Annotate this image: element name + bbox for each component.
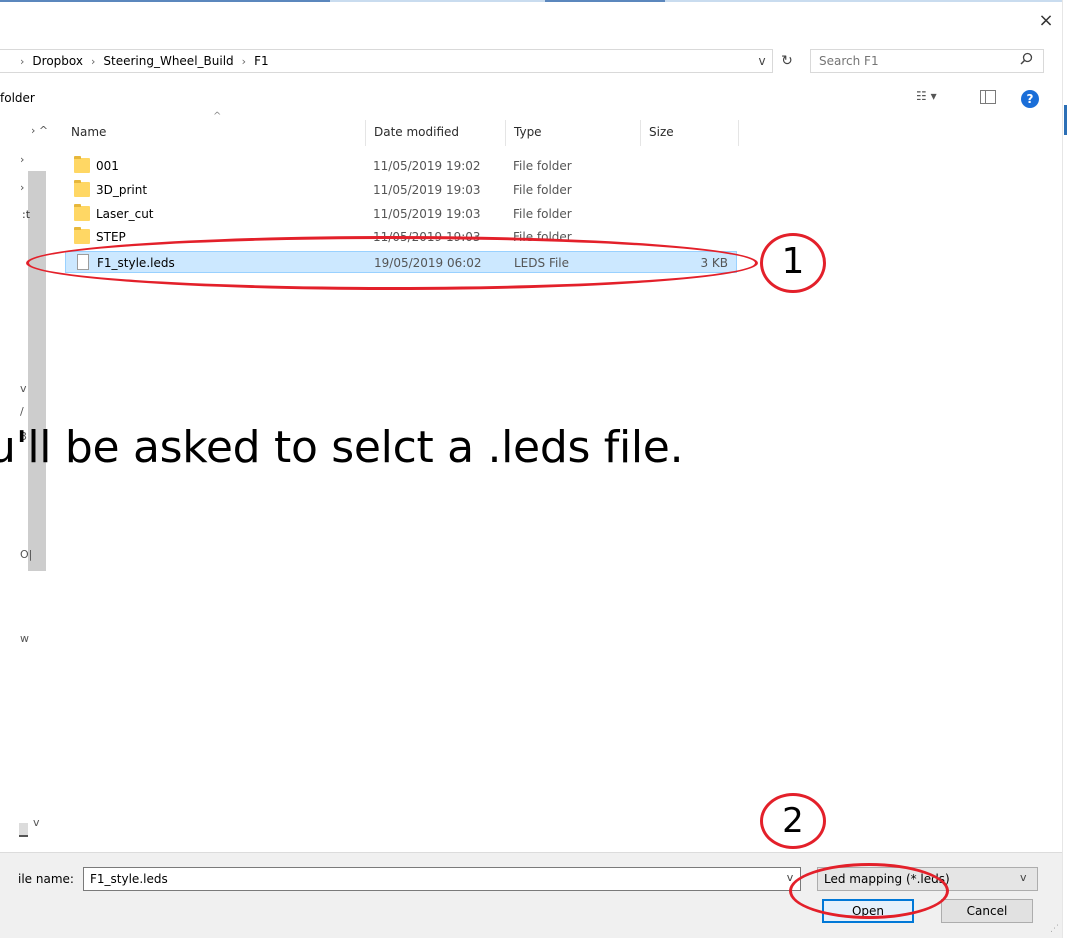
file-type: File folder	[513, 159, 572, 173]
breadcrumb-dropbox[interactable]: Dropbox	[32, 54, 83, 68]
refresh-icon[interactable]: ↻	[775, 49, 799, 73]
column-header-type[interactable]: Type	[508, 120, 640, 146]
file-name: STEP	[96, 230, 126, 244]
annotation-step-2: 2	[760, 793, 826, 849]
file-name-field[interactable]: F1_style.leds	[83, 867, 801, 891]
file-date: 11/05/2019 19:02	[373, 159, 481, 173]
column-divider[interactable]	[738, 120, 739, 146]
breadcrumb-steering-wheel-build[interactable]: Steering_Wheel_Build	[103, 54, 233, 68]
breadcrumb-f1[interactable]: F1	[254, 54, 269, 68]
search-input[interactable]	[819, 54, 1019, 68]
chevron-down-icon[interactable]: v	[752, 52, 772, 70]
help-icon[interactable]: ?	[1021, 90, 1039, 108]
file-row-001[interactable]: 001 11/05/2019 19:02 File folder	[65, 155, 737, 177]
resize-grip-icon[interactable]: ⋰	[1050, 924, 1059, 934]
file-type: File folder	[513, 207, 572, 221]
column-header-size[interactable]: Size	[643, 120, 738, 146]
file-type: File folder	[513, 183, 572, 197]
nav-item-fragment[interactable]: /	[20, 405, 24, 418]
file-row-laser-cut[interactable]: Laser_cut 11/05/2019 19:03 File folder	[65, 203, 737, 225]
folder-icon	[74, 227, 90, 244]
annotation-oval-open	[789, 863, 949, 919]
cancel-button[interactable]: Cancel	[941, 899, 1033, 923]
address-bar[interactable]: › Dropbox › Steering_Wheel_Build › F1	[0, 49, 773, 73]
nav-item-fragment[interactable]: w	[20, 632, 29, 645]
chevron-right-icon: ›	[90, 54, 96, 68]
nav-scrollbar-thumb[interactable]	[28, 171, 46, 571]
search-box[interactable]	[810, 49, 1044, 73]
nav-scroll-down-icon[interactable]: v	[33, 816, 40, 829]
nav-item-fragment[interactable]: v	[20, 382, 27, 395]
preview-pane-icon[interactable]	[980, 90, 996, 104]
tutorial-caption: u'll be asked to selct a .leds file.	[0, 422, 684, 473]
nav-expand-icon[interactable]: ›	[20, 181, 24, 194]
chevron-right-icon: ›	[20, 54, 25, 68]
column-divider[interactable]	[505, 120, 506, 146]
new-folder-button[interactable]: folder	[0, 91, 35, 105]
column-divider[interactable]	[365, 120, 366, 146]
file-date: 11/05/2019 19:03	[373, 207, 481, 221]
window-right-edge-accent	[1064, 105, 1067, 135]
file-name: Laser_cut	[96, 207, 154, 221]
file-name: 001	[96, 159, 119, 173]
file-date: 11/05/2019 19:03	[373, 183, 481, 197]
search-icon[interactable]	[1016, 52, 1036, 70]
nav-expand-icon[interactable]: ›	[20, 153, 24, 166]
close-button[interactable]: ×	[1034, 10, 1058, 32]
annotation-step-1: 1	[760, 233, 826, 293]
nav-item-icon[interactable]	[19, 823, 28, 837]
column-header-date-modified[interactable]: Date modified	[368, 120, 505, 146]
view-options-button[interactable]: ☷ ▾	[916, 89, 958, 109]
file-name: 3D_print	[96, 183, 148, 197]
nav-item-fragment[interactable]: O|	[20, 548, 32, 561]
title-bar-accent	[0, 0, 330, 2]
file-name-label: ile name:	[18, 872, 74, 886]
folder-icon	[74, 204, 90, 221]
file-row-3d-print[interactable]: 3D_print 11/05/2019 19:03 File folder	[65, 179, 737, 201]
window-right-edge	[1062, 0, 1071, 938]
title-bar-accent-2	[545, 0, 665, 2]
annotation-oval-file	[26, 236, 758, 290]
folder-icon	[74, 156, 90, 173]
chevron-right-icon: ›	[241, 54, 247, 68]
column-divider[interactable]	[640, 120, 641, 146]
column-header-name[interactable]: Name	[65, 120, 365, 146]
nav-item-fragment[interactable]: :t	[22, 208, 30, 221]
nav-scroll-up-icon[interactable]: › ^	[31, 124, 48, 137]
chevron-down-icon[interactable]: v	[1020, 871, 1027, 884]
folder-icon	[74, 180, 90, 197]
search-icon-graphic	[1019, 52, 1032, 65]
